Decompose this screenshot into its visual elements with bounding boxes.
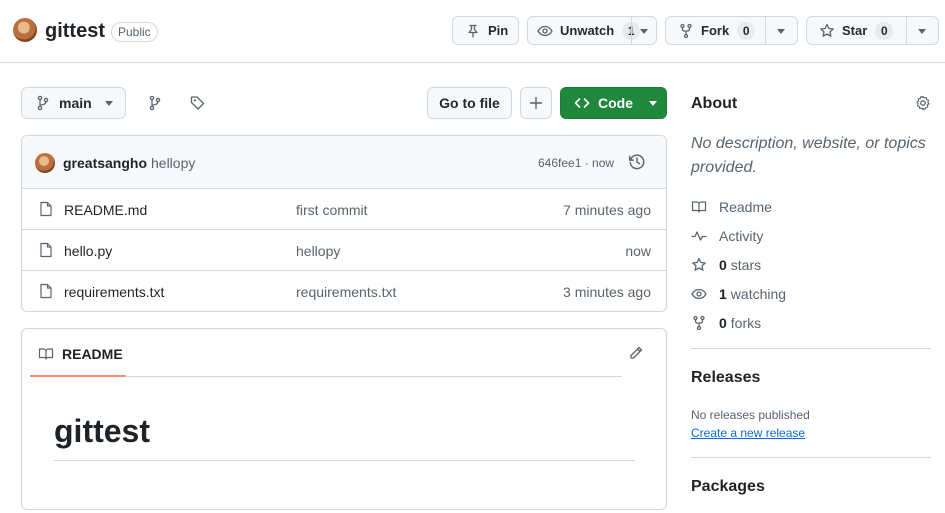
chevron-down-icon — [640, 29, 648, 34]
sidebar-item-stars[interactable]: 0 stars — [691, 255, 761, 275]
star-label: Star — [842, 23, 868, 38]
chevron-down-icon — [104, 100, 113, 106]
readme-panel: README gittest — [21, 328, 667, 510]
sidebar-item-label: stars — [730, 257, 762, 273]
commit-author[interactable]: greatsangho — [63, 155, 147, 171]
eye-icon — [691, 286, 707, 302]
book-icon — [38, 346, 54, 362]
packages-title[interactable]: Packages — [691, 478, 765, 496]
branches-icon[interactable] — [147, 95, 163, 111]
watching-count: 1 — [719, 286, 727, 302]
pin-icon — [465, 23, 481, 39]
branch-name: main — [59, 95, 92, 111]
chevron-down-icon — [777, 29, 785, 34]
table-row[interactable]: hello.py hellopy now — [22, 230, 666, 271]
commit-sha-time[interactable]: 646fee1 · now — [538, 156, 614, 170]
code-button[interactable]: Code — [560, 87, 667, 119]
fork-button[interactable]: Fork 0 — [665, 16, 798, 45]
file-commit-message[interactable]: hellopy — [296, 243, 340, 259]
owner-avatar[interactable] — [13, 18, 37, 42]
tag-icon[interactable] — [190, 95, 206, 111]
sidebar-item-forks[interactable]: 0 forks — [691, 313, 761, 333]
pin-button[interactable]: Pin — [452, 16, 519, 45]
latest-commit-row: greatsangho hellopy 646fee1 · now — [22, 136, 666, 189]
star-dropdown[interactable] — [906, 17, 907, 44]
about-description: No description, website, or topics provi… — [691, 135, 926, 176]
forks-count: 0 — [719, 315, 727, 331]
divider — [691, 457, 931, 458]
divider — [691, 348, 931, 349]
star-icon — [691, 257, 707, 273]
repo-header: gittest Public Pin Unwatch 1 Fork 0 Star… — [0, 0, 945, 63]
file-commit-message[interactable]: requirements.txt — [296, 284, 396, 300]
sidebar-item-watching[interactable]: 1 watching — [691, 284, 786, 304]
repo-title[interactable]: gittest — [45, 20, 105, 43]
pulse-icon — [691, 228, 707, 244]
file-icon — [38, 201, 54, 217]
star-icon — [819, 23, 835, 39]
about-title: About — [691, 95, 738, 112]
sidebar-item-label: Activity — [719, 228, 764, 244]
unwatch-button[interactable]: Unwatch 1 — [527, 16, 657, 45]
author-avatar[interactable] — [35, 153, 55, 173]
edit-pencil-icon[interactable] — [628, 345, 644, 361]
file-updated-time: 7 minutes ago — [563, 202, 651, 218]
readme-tab-label: README — [62, 346, 123, 362]
star-button[interactable]: Star 0 — [806, 16, 939, 45]
active-tab-indicator — [30, 375, 126, 377]
no-releases-text: No releases published — [691, 408, 810, 422]
tab-readme[interactable]: README — [38, 346, 123, 362]
go-to-file-button[interactable]: Go to file — [427, 87, 512, 119]
eye-icon — [537, 23, 553, 39]
file-name[interactable]: README.md — [64, 202, 147, 218]
file-list: greatsangho hellopy 646fee1 · now README… — [21, 135, 667, 312]
file-icon — [38, 283, 54, 299]
watch-dropdown[interactable] — [631, 17, 632, 44]
file-updated-time: 3 minutes ago — [563, 284, 651, 300]
file-icon — [38, 242, 54, 258]
code-label: Code — [598, 95, 633, 111]
table-row[interactable]: README.md first commit 7 minutes ago — [22, 189, 666, 230]
sidebar-item-activity[interactable]: Activity — [691, 226, 763, 246]
commit-message[interactable]: hellopy — [151, 155, 195, 171]
heading-rule — [54, 460, 635, 461]
fork-dropdown[interactable] — [765, 17, 766, 44]
gear-icon[interactable] — [915, 95, 931, 111]
file-name[interactable]: hello.py — [64, 243, 112, 259]
sidebar-item-label: forks — [730, 315, 762, 331]
history-icon[interactable] — [628, 153, 646, 171]
chevron-down-icon — [649, 100, 657, 106]
stars-count: 0 — [719, 257, 727, 273]
sidebar-item-label: watching — [730, 286, 787, 302]
sidebar-item-readme[interactable]: Readme — [691, 197, 772, 217]
fork-icon — [678, 23, 694, 39]
branch-selector[interactable]: main — [21, 87, 126, 119]
add-file-button[interactable] — [520, 87, 552, 119]
table-row[interactable]: requirements.txt requirements.txt 3 minu… — [22, 271, 666, 311]
readme-heading: gittest — [54, 413, 150, 449]
book-icon — [691, 199, 707, 215]
star-count: 0 — [875, 21, 894, 40]
create-release-link[interactable]: Create a new release — [691, 426, 805, 440]
file-commit-message[interactable]: first commit — [296, 202, 368, 218]
plus-icon — [528, 95, 544, 111]
code-icon — [574, 95, 590, 111]
chevron-down-icon — [918, 29, 926, 34]
pin-label: Pin — [488, 23, 509, 38]
file-name[interactable]: requirements.txt — [64, 284, 164, 300]
branch-icon — [35, 95, 51, 111]
unwatch-label: Unwatch — [560, 23, 615, 38]
fork-icon — [691, 315, 707, 331]
file-updated-time: now — [625, 243, 651, 259]
visibility-badge: Public — [111, 22, 158, 42]
fork-count: 0 — [737, 21, 756, 40]
sidebar-item-label: Readme — [719, 199, 772, 215]
releases-title[interactable]: Releases — [691, 369, 760, 387]
fork-label: Fork — [701, 23, 730, 38]
